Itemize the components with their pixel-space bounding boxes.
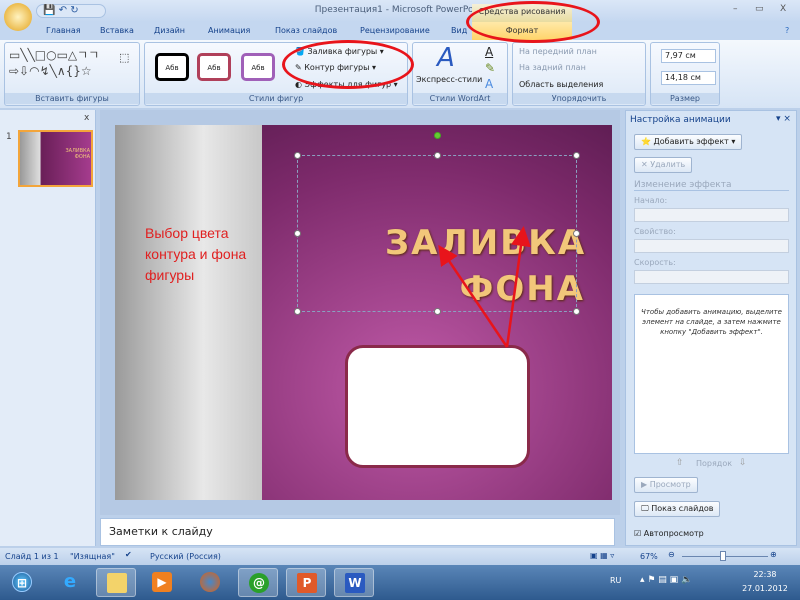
status-bar: Слайд 1 из 1 "Изящная" ✔ Русский (Россия…	[0, 548, 800, 565]
help-icon[interactable]: ?	[785, 26, 789, 35]
start-label: Начало:	[634, 196, 668, 205]
zoom-slider[interactable]: ⊖ ⊕	[668, 550, 783, 562]
close-button[interactable]: X	[780, 4, 786, 14]
animation-list[interactable]: Чтобы добавить анимацию, выделите элемен…	[634, 294, 789, 454]
taskbar-ie[interactable]: e	[50, 568, 90, 597]
text-fill-icon[interactable]: A	[485, 45, 493, 59]
property-label: Свойство:	[634, 227, 676, 236]
taskbar-explorer[interactable]	[96, 568, 136, 597]
office-button[interactable]	[4, 3, 32, 31]
ribbon-tabs: Главная Вставка Дизайн Анимация Показ сл…	[0, 22, 800, 40]
animation-task-pane: Настройка анимации ▾ × ⭐ Добавить эффект…	[625, 110, 797, 546]
slide-counter: Слайд 1 из 1	[5, 552, 59, 561]
slide-number: 1	[6, 132, 12, 142]
taskbar-firefox[interactable]	[190, 568, 230, 597]
add-effect-button[interactable]: ⭐ Добавить эффект ▾	[634, 134, 743, 150]
autopreview-label: Автопросмотр	[643, 529, 704, 538]
slides-pane: x 1 ЗАЛИВКА ФОНА	[0, 110, 96, 546]
thumbnail-title: ЗАЛИВКА ФОНА	[65, 148, 90, 160]
slideshow-label: Показ слайдов	[651, 504, 714, 513]
order-up-icon[interactable]: ⇧	[676, 458, 684, 468]
highlight-ring-format-tab	[466, 1, 600, 43]
notes-field[interactable]: Заметки к слайду	[100, 518, 615, 546]
slide-thumbnail[interactable]: ЗАЛИВКА ФОНА	[18, 130, 93, 187]
edit-shape-icon[interactable]: ⬚	[119, 51, 129, 64]
speed-label: Скорость:	[634, 258, 676, 267]
express-styles-button[interactable]: Экспресс-стили	[416, 75, 482, 84]
send-back-button[interactable]: На задний план	[519, 63, 586, 72]
group-arrange: На передний план На задний план Область …	[512, 42, 646, 106]
theme-name: "Изящная"	[70, 552, 115, 561]
taskbar-media-player[interactable]: ▶	[142, 568, 182, 597]
clock-time[interactable]: 22:38	[740, 570, 790, 579]
shapes-gallery[interactable]: ▭╲╲□○▭△ㄱㄱ⇨⇩◠↯╲∧{}☆	[9, 47, 104, 79]
slide[interactable]: ЗАЛИВКА ФОНА Выбор цвета контура и фона …	[115, 125, 612, 500]
taskbar-mail-agent[interactable]: @	[238, 568, 278, 597]
zoom-level[interactable]: 67%	[640, 552, 658, 561]
annotation-arrows	[438, 226, 531, 348]
order-label: Порядок	[696, 459, 733, 468]
taskbar-word[interactable]: W	[334, 568, 374, 597]
preview-label: Просмотр	[649, 480, 691, 489]
slideshow-button[interactable]: 🖵 Показ слайдов	[634, 501, 721, 517]
tab-animation[interactable]: Анимация	[208, 26, 250, 35]
group-label: Стили WordArt	[413, 93, 507, 104]
preview-button[interactable]: ▶ Просмотр	[634, 477, 698, 493]
tab-insert[interactable]: Вставка	[100, 26, 134, 35]
input-language[interactable]: RU	[610, 576, 621, 585]
slides-tab-close-icon[interactable]: x	[84, 113, 89, 123]
group-size: 7,97 см 14,18 см Размер	[650, 42, 720, 106]
group-wordart: A Экспресс-стили A ✎ A Стили WordArt	[412, 42, 508, 106]
tab-home[interactable]: Главная	[46, 26, 81, 35]
tab-slideshow[interactable]: Показ слайдов	[275, 26, 337, 35]
shape-height-input[interactable]: 7,97 см	[661, 49, 716, 63]
shape-style-2[interactable]: Абв	[197, 53, 231, 81]
text-effects-icon[interactable]: A	[485, 77, 493, 91]
tab-view[interactable]: Вид	[451, 26, 467, 35]
property-select[interactable]	[634, 239, 789, 253]
tab-design[interactable]: Дизайн	[154, 26, 185, 35]
shape-style-1[interactable]: Абв	[155, 53, 189, 81]
start-button[interactable]: ⊞	[2, 568, 42, 597]
group-label: Вставить фигуры	[5, 93, 139, 104]
title-bar: 💾 ↶ ↻ Презентация1 - Microsoft PowerPoin…	[0, 0, 800, 31]
section-heading: Изменение эффекта	[634, 180, 789, 191]
spellcheck-icon[interactable]: ✔	[125, 550, 132, 559]
tab-review[interactable]: Рецензирование	[360, 26, 430, 35]
order-down-icon[interactable]: ⇩	[739, 458, 747, 468]
window-title: Презентация1 - Microsoft PowerPoint	[314, 5, 486, 15]
taskbar-powerpoint[interactable]: P	[286, 568, 326, 597]
view-buttons[interactable]: ▣ ▦ ▿	[590, 551, 614, 560]
add-effect-label: Добавить эффект	[653, 137, 729, 146]
wordart-icon: A	[437, 43, 455, 73]
delete-button[interactable]: ✕ Удалить	[634, 157, 693, 173]
selection-pane-button[interactable]: Область выделения	[519, 80, 603, 89]
minimize-button[interactable]: –	[733, 4, 738, 14]
task-pane-close-icon[interactable]: ▾ ×	[776, 114, 791, 124]
shape-width-input[interactable]: 14,18 см	[661, 71, 716, 85]
shape-style-3[interactable]: Абв	[241, 53, 275, 81]
start-select[interactable]	[634, 208, 789, 222]
taskbar: ⊞ e ▶ @ P W RU ▴ ⚑ ▤ ▣ 🔈 22:38 27.01.201…	[0, 565, 800, 600]
task-pane-title: Настройка анимации	[630, 115, 731, 125]
arrow-to-title	[505, 226, 531, 348]
highlight-ring-fill-outline	[282, 40, 414, 89]
group-label: Размер	[651, 93, 719, 104]
text-outline-icon[interactable]: ✎	[485, 61, 495, 75]
tray-icons[interactable]: ▴ ⚑ ▤ ▣ 🔈	[640, 575, 692, 585]
speed-select[interactable]	[634, 270, 789, 284]
arrow-to-title	[438, 244, 509, 348]
autopreview-checkbox[interactable]: ☑ Автопросмотр	[634, 529, 704, 538]
language[interactable]: Русский (Россия)	[150, 552, 221, 561]
group-label: Упорядочить	[513, 93, 645, 104]
bring-front-button[interactable]: На передний план	[519, 47, 597, 56]
group-label: Стили фигур	[145, 93, 407, 104]
delete-label: Удалить	[650, 160, 686, 169]
maximize-button[interactable]: ▭	[755, 4, 764, 14]
group-insert-shapes: ▭╲╲□○▭△ㄱㄱ⇨⇩◠↯╲∧{}☆ ⬚ Вставить фигуры	[4, 42, 140, 106]
clock-date[interactable]: 27.01.2012	[740, 584, 790, 593]
